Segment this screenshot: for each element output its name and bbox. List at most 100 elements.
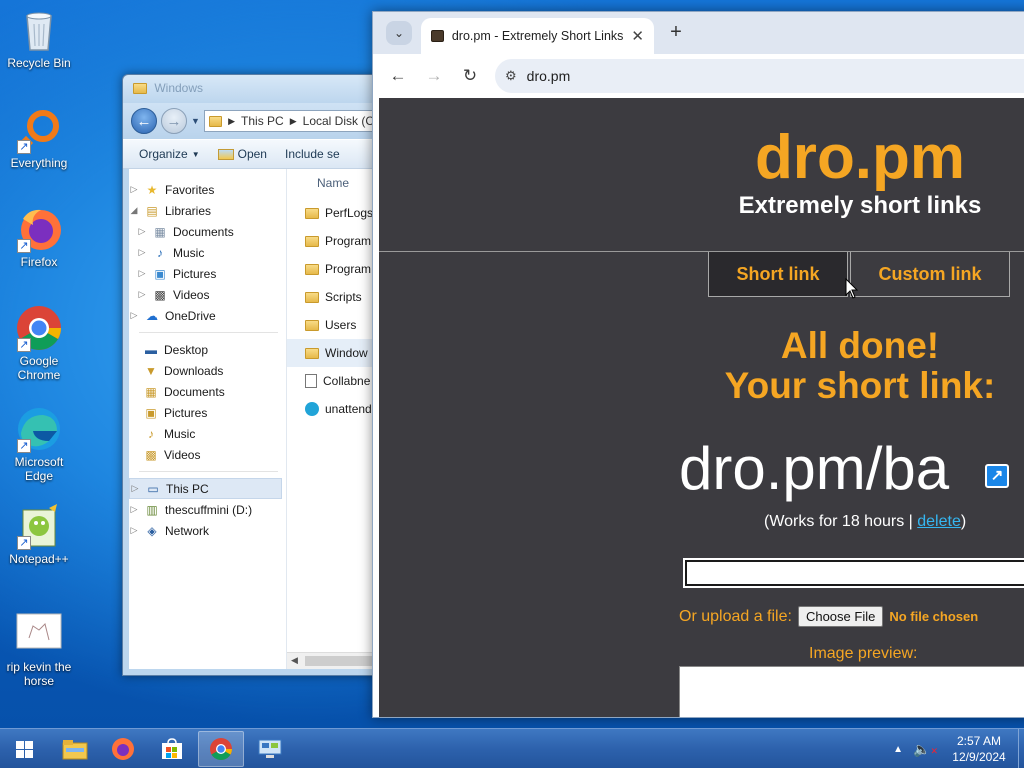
clock-time: 2:57 AM: [956, 734, 1002, 748]
done-line-2: Your short link:: [724, 365, 996, 406]
file-row[interactable]: Program: [287, 227, 383, 255]
file-row[interactable]: PerfLogs: [287, 199, 383, 227]
tab-short-link[interactable]: Short link: [708, 252, 848, 297]
file-row[interactable]: Program: [287, 255, 383, 283]
expand-arrow-icon[interactable]: ▷: [130, 483, 140, 494]
expand-arrow-icon[interactable]: ▷: [129, 310, 139, 321]
nav-item-lib-documents[interactable]: ▷ ▦ Documents: [129, 221, 286, 242]
clock[interactable]: 2:57 AM 12/9/2024: [948, 733, 1010, 765]
desktop-icon-everything[interactable]: ↗ Everything: [0, 106, 78, 170]
nav-item-favorites[interactable]: ▷ ★ Favorites: [129, 179, 286, 200]
forward-button[interactable]: →: [161, 108, 187, 134]
nav-item-downloads[interactable]: ▼ Downloads: [129, 360, 286, 381]
file-row[interactable]: Collabne: [287, 367, 383, 395]
desktop-icon-notepad-plus-plus[interactable]: ↗ Notepad++: [0, 502, 78, 566]
file-row[interactable]: Scripts: [287, 283, 383, 311]
nav-label: Videos: [164, 447, 201, 462]
expand-arrow-icon[interactable]: ▷: [137, 268, 147, 279]
delete-link[interactable]: delete: [917, 513, 961, 530]
videos-folder-icon: ▩: [145, 447, 157, 462]
reload-icon[interactable]: ↻: [459, 65, 481, 87]
nav-item-pictures[interactable]: ▣ Pictures: [129, 402, 286, 423]
choose-file-button[interactable]: Choose File: [797, 606, 884, 627]
expand-arrow-icon[interactable]: ▷: [129, 525, 139, 536]
breadcrumb-local-disk[interactable]: Local Disk (C: [303, 114, 374, 128]
nav-item-drive-d[interactable]: ▷ ▥ thescuffmini (D:): [129, 499, 286, 520]
recent-locations-chevron-icon[interactable]: ▼: [191, 116, 200, 126]
expand-arrow-icon[interactable]: ▷: [129, 504, 139, 515]
navigation-pane[interactable]: ▷ ★ Favorites ◢ ▤ Libraries ▷ ▦ Documents ▷ ♪ Mu…: [129, 169, 287, 669]
chrome-window[interactable]: ⌄ dro.pm - Extremely Short Links ✕ + ← →…: [372, 11, 1024, 718]
browser-tab-active[interactable]: dro.pm - Extremely Short Links ✕: [421, 18, 654, 54]
taskbar-file-explorer[interactable]: [52, 731, 98, 767]
new-tab-button[interactable]: +: [663, 21, 689, 45]
nav-item-lib-videos[interactable]: ▷ ▩ Videos: [129, 284, 286, 305]
collapse-arrow-icon[interactable]: ◢: [129, 205, 139, 216]
nav-label: Documents: [173, 224, 234, 239]
everything-search-icon: ↗: [15, 106, 63, 154]
back-button[interactable]: ←: [131, 108, 157, 134]
open-button[interactable]: Open: [210, 147, 277, 161]
site-logo[interactable]: dro.pm: [379, 126, 1024, 190]
windows-logo-icon: [15, 740, 33, 758]
close-tab-icon[interactable]: ✕: [631, 27, 644, 45]
taskbar-remote-desktop[interactable]: [247, 731, 293, 767]
desktop-icon-microsoft-edge[interactable]: ↗ Microsoft Edge: [0, 405, 78, 483]
show-hidden-icons-chevron-icon[interactable]: ▲: [893, 744, 903, 755]
address-bar[interactable]: ⚙ dro.pm: [495, 59, 1024, 93]
organize-button[interactable]: Organize ▼: [131, 147, 210, 161]
file-name: Window: [325, 346, 368, 360]
desktop-icon-firefox[interactable]: ↗ Firefox: [0, 205, 78, 269]
taskbar-firefox[interactable]: [100, 731, 146, 767]
address-bar[interactable]: ▶ This PC ▶ Local Disk (C: [203, 110, 375, 132]
expand-arrow-icon[interactable]: ▷: [137, 289, 147, 300]
taskbar-chrome[interactable]: [198, 731, 244, 767]
desktop-icon-recycle-bin[interactable]: Recycle Bin: [0, 6, 78, 70]
tab-custom-link[interactable]: Custom link: [850, 252, 1010, 297]
nav-item-network[interactable]: ▷ ◈ Network: [129, 520, 286, 541]
external-link-icon[interactable]: ↗: [985, 464, 1009, 488]
breadcrumb-this-pc[interactable]: This PC: [241, 114, 284, 128]
nav-item-lib-pictures[interactable]: ▷ ▣ Pictures: [129, 263, 286, 284]
nav-item-videos[interactable]: ▩ Videos: [129, 444, 286, 465]
back-arrow-icon[interactable]: ←: [387, 65, 409, 87]
recycle-bin-icon: [15, 6, 63, 54]
nav-item-this-pc[interactable]: ▷ ▭ This PC: [129, 478, 282, 499]
explorer-titlebar[interactable]: Windows: [123, 75, 383, 103]
nav-item-documents[interactable]: ▦ Documents: [129, 381, 286, 402]
file-name: unattend: [325, 402, 372, 416]
forward-arrow-icon[interactable]: →: [423, 65, 445, 87]
horizontal-scrollbar[interactable]: ◀: [287, 652, 383, 669]
chrome-icon: [210, 738, 232, 760]
column-header-name[interactable]: Name: [287, 169, 383, 199]
show-desktop-button[interactable]: [1018, 729, 1024, 768]
tab-search-button[interactable]: ⌄: [386, 21, 412, 45]
start-button[interactable]: [0, 729, 48, 768]
file-row[interactable]: Users: [287, 311, 383, 339]
expand-arrow-icon[interactable]: ▷: [129, 184, 139, 195]
short-link-text[interactable]: dro.pm/ba: [679, 436, 949, 502]
short-link-url-input[interactable]: [683, 558, 1024, 588]
nav-item-onedrive[interactable]: ▷ ☁ OneDrive: [129, 305, 286, 326]
file-row[interactable]: unattend: [287, 395, 383, 423]
desktop-icon-label: rip kevin the horse: [6, 660, 72, 688]
site-settings-icon[interactable]: ⚙: [505, 68, 517, 84]
scroll-left-icon[interactable]: ◀: [291, 655, 298, 666]
desktop-icon-google-chrome[interactable]: ↗ Google Chrome: [0, 304, 78, 382]
include-in-library-button[interactable]: Include se: [277, 147, 350, 161]
nav-item-music[interactable]: ♪ Music: [129, 423, 286, 444]
desktop-icon-rip-kevin-the-horse[interactable]: rip kevin the horse: [0, 610, 78, 688]
file-explorer-window[interactable]: Windows ← → ▼ ▶ This PC ▶ Local Disk (C …: [122, 74, 384, 676]
file-row[interactable]: Window: [287, 339, 383, 367]
nav-item-libraries[interactable]: ◢ ▤ Libraries: [129, 200, 286, 221]
remote-desktop-icon: [258, 739, 282, 758]
music-folder-icon: ♪: [148, 426, 154, 441]
taskbar-store[interactable]: [149, 731, 195, 767]
expand-arrow-icon[interactable]: ▷: [137, 247, 147, 258]
nav-label: Network: [165, 523, 210, 538]
file-list-pane[interactable]: Name PerfLogs Program Program Scripts Us…: [287, 169, 383, 669]
nav-item-desktop[interactable]: ▬ Desktop: [129, 339, 286, 360]
volume-muted-icon[interactable]: 🔈✕: [913, 741, 938, 758]
nav-item-lib-music[interactable]: ▷ ♪ Music: [129, 242, 286, 263]
expand-arrow-icon[interactable]: ▷: [137, 226, 147, 237]
